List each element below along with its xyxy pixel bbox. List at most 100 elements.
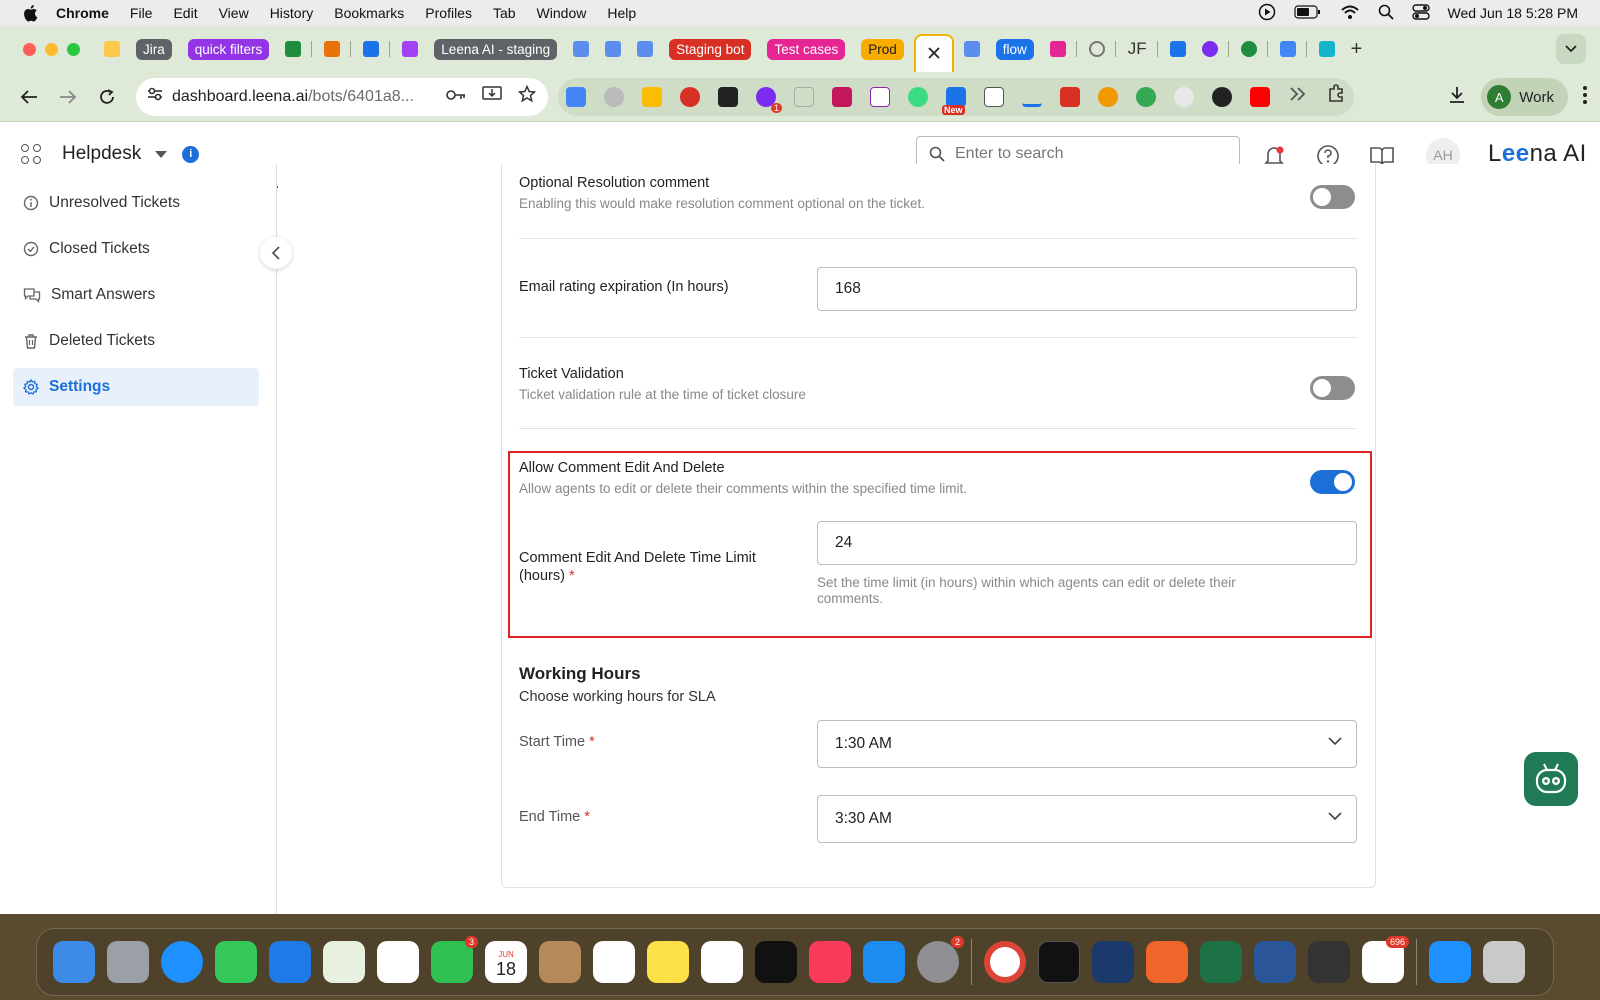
tab-figma[interactable] (396, 34, 424, 64)
new-tab-button[interactable]: + (1351, 38, 1363, 61)
chatbot-button[interactable] (1524, 752, 1578, 806)
tab-flow[interactable]: flow (990, 34, 1040, 64)
tab-prod[interactable]: Prod (855, 34, 910, 64)
app-store-icon[interactable] (863, 941, 905, 983)
menu-window[interactable]: Window (537, 5, 587, 21)
contacts-icon[interactable] (539, 941, 581, 983)
play-icon[interactable] (1258, 3, 1276, 24)
apple-icon[interactable] (22, 4, 42, 22)
orange-extension-icon[interactable] (1098, 86, 1118, 107)
tab-app-n[interactable] (1196, 34, 1224, 64)
optional-resolution-toggle[interactable] (1310, 185, 1355, 209)
slack-icon[interactable]: 696 (1362, 936, 1409, 983)
blank-extension-icon[interactable] (794, 86, 814, 107)
tab-leena-4[interactable] (958, 34, 986, 64)
close-window-button[interactable] (23, 42, 36, 56)
zoom-window-button[interactable] (67, 42, 80, 56)
tab-s[interactable] (1044, 34, 1072, 64)
android-extension-icon[interactable] (908, 86, 928, 107)
adblock-extension-icon[interactable] (680, 86, 700, 107)
music-icon[interactable] (809, 941, 851, 983)
tab-jf[interactable]: JF (1122, 34, 1153, 64)
excel-icon[interactable] (1200, 941, 1242, 983)
tab-search-button[interactable] (1556, 34, 1586, 64)
tab-staging-bot[interactable]: Staging bot (663, 34, 757, 64)
new-extension-icon[interactable]: New (942, 86, 966, 115)
comment-edit-time-limit-input[interactable]: 24 (817, 521, 1357, 565)
tab-test-cases[interactable]: Test cases (761, 34, 851, 64)
freeform-icon[interactable] (701, 941, 743, 983)
notes-icon[interactable] (647, 941, 689, 983)
ghost-extension-icon[interactable] (1174, 86, 1194, 107)
workspace-icon[interactable] (1092, 941, 1134, 983)
back-button[interactable] (14, 82, 44, 112)
more-extensions-icon[interactable] (1288, 86, 1308, 107)
reminders-icon[interactable] (593, 941, 635, 983)
system-settings-icon[interactable]: 2 (917, 936, 964, 983)
tab-tool[interactable] (318, 34, 346, 64)
tab-active[interactable] (913, 34, 954, 72)
forward-button[interactable] (53, 82, 83, 112)
messages-icon[interactable] (215, 941, 257, 983)
terminal-icon[interactable] (1038, 941, 1080, 983)
menu-view[interactable]: View (219, 5, 249, 21)
tab-jira[interactable]: Jira (130, 34, 178, 64)
tab-loading[interactable] (1083, 34, 1111, 64)
sidebar-item-unresolved-tickets[interactable]: Unresolved Tickets (13, 184, 259, 222)
penguin-extension-icon[interactable] (1212, 86, 1232, 107)
ticket-validation-toggle[interactable] (1310, 376, 1355, 400)
site-info-icon[interactable] (146, 86, 164, 107)
calendar-app-icon[interactable]: JUN 18 (485, 941, 527, 983)
reload-button[interactable] (92, 82, 122, 112)
red-extension-icon[interactable] (1060, 86, 1080, 107)
facetime-icon[interactable]: 3 (431, 936, 478, 983)
menu-profiles[interactable]: Profiles (425, 5, 472, 21)
mail-icon[interactable] (269, 941, 311, 983)
profile-button[interactable]: A Work (1481, 78, 1568, 116)
menu-app-name[interactable]: Chrome (56, 5, 109, 21)
drive-extension-icon[interactable] (1022, 87, 1042, 107)
photos-icon[interactable] (377, 941, 419, 983)
tab-leena-3[interactable] (631, 34, 659, 64)
app-switcher-icon[interactable] (21, 144, 41, 164)
tab-quick-filters[interactable]: quick filters (182, 34, 276, 64)
menu-history[interactable]: History (270, 5, 314, 21)
sidebar-item-deleted-tickets[interactable]: Deleted Tickets (13, 322, 259, 360)
menu-help[interactable]: Help (607, 5, 636, 21)
install-app-icon[interactable] (482, 85, 502, 108)
fx-extension-icon[interactable] (718, 86, 738, 107)
menu-file[interactable]: File (130, 5, 153, 21)
app-dropdown-caret-icon[interactable] (155, 150, 168, 158)
tab-jira-icon[interactable] (357, 34, 385, 64)
apple-tv-icon[interactable] (755, 941, 797, 983)
calendar-extension-icon[interactable] (984, 86, 1004, 107)
end-time-select[interactable]: 3:30 AM (817, 795, 1357, 843)
chrome-icon[interactable] (984, 941, 1026, 983)
tab-docs[interactable] (1274, 34, 1302, 64)
minimize-window-button[interactable] (45, 42, 58, 56)
gear-extension-icon[interactable]: 1 (756, 86, 782, 113)
word-icon[interactable] (1254, 941, 1296, 983)
cursor-app-icon[interactable] (1308, 941, 1350, 983)
clickup-extension-icon[interactable] (870, 86, 890, 107)
control-center-icon[interactable] (1411, 3, 1430, 23)
tab-app-plus[interactable] (1235, 34, 1263, 64)
tab-sheets[interactable] (279, 34, 307, 64)
menubar-clock[interactable]: Wed Jun 18 5:28 PM (1448, 5, 1578, 21)
trash-bin-icon[interactable] (1483, 941, 1525, 983)
tab-leena-1[interactable] (567, 34, 595, 64)
search-input[interactable] (955, 145, 1215, 163)
sidebar-item-settings[interactable]: Settings (13, 368, 259, 406)
tab-leena-staging[interactable]: Leena AI - staging (428, 34, 563, 64)
launchpad-icon[interactable] (107, 941, 149, 983)
start-time-select[interactable]: 1:30 AM (817, 720, 1357, 768)
wifi-icon[interactable] (1340, 4, 1360, 23)
translate-extension-icon[interactable] (566, 86, 586, 107)
menu-tab[interactable]: Tab (493, 5, 516, 21)
bookmark-star-icon[interactable] (517, 84, 537, 108)
spotlight-search-icon[interactable] (1378, 4, 1394, 23)
menu-bookmarks[interactable]: Bookmarks (334, 5, 404, 21)
sidebar-item-closed-tickets[interactable]: Closed Tickets (13, 230, 259, 268)
youtube-extension-icon[interactable] (1250, 86, 1270, 107)
sidebar-item-smart-answers[interactable]: Smart Answers (13, 276, 259, 314)
